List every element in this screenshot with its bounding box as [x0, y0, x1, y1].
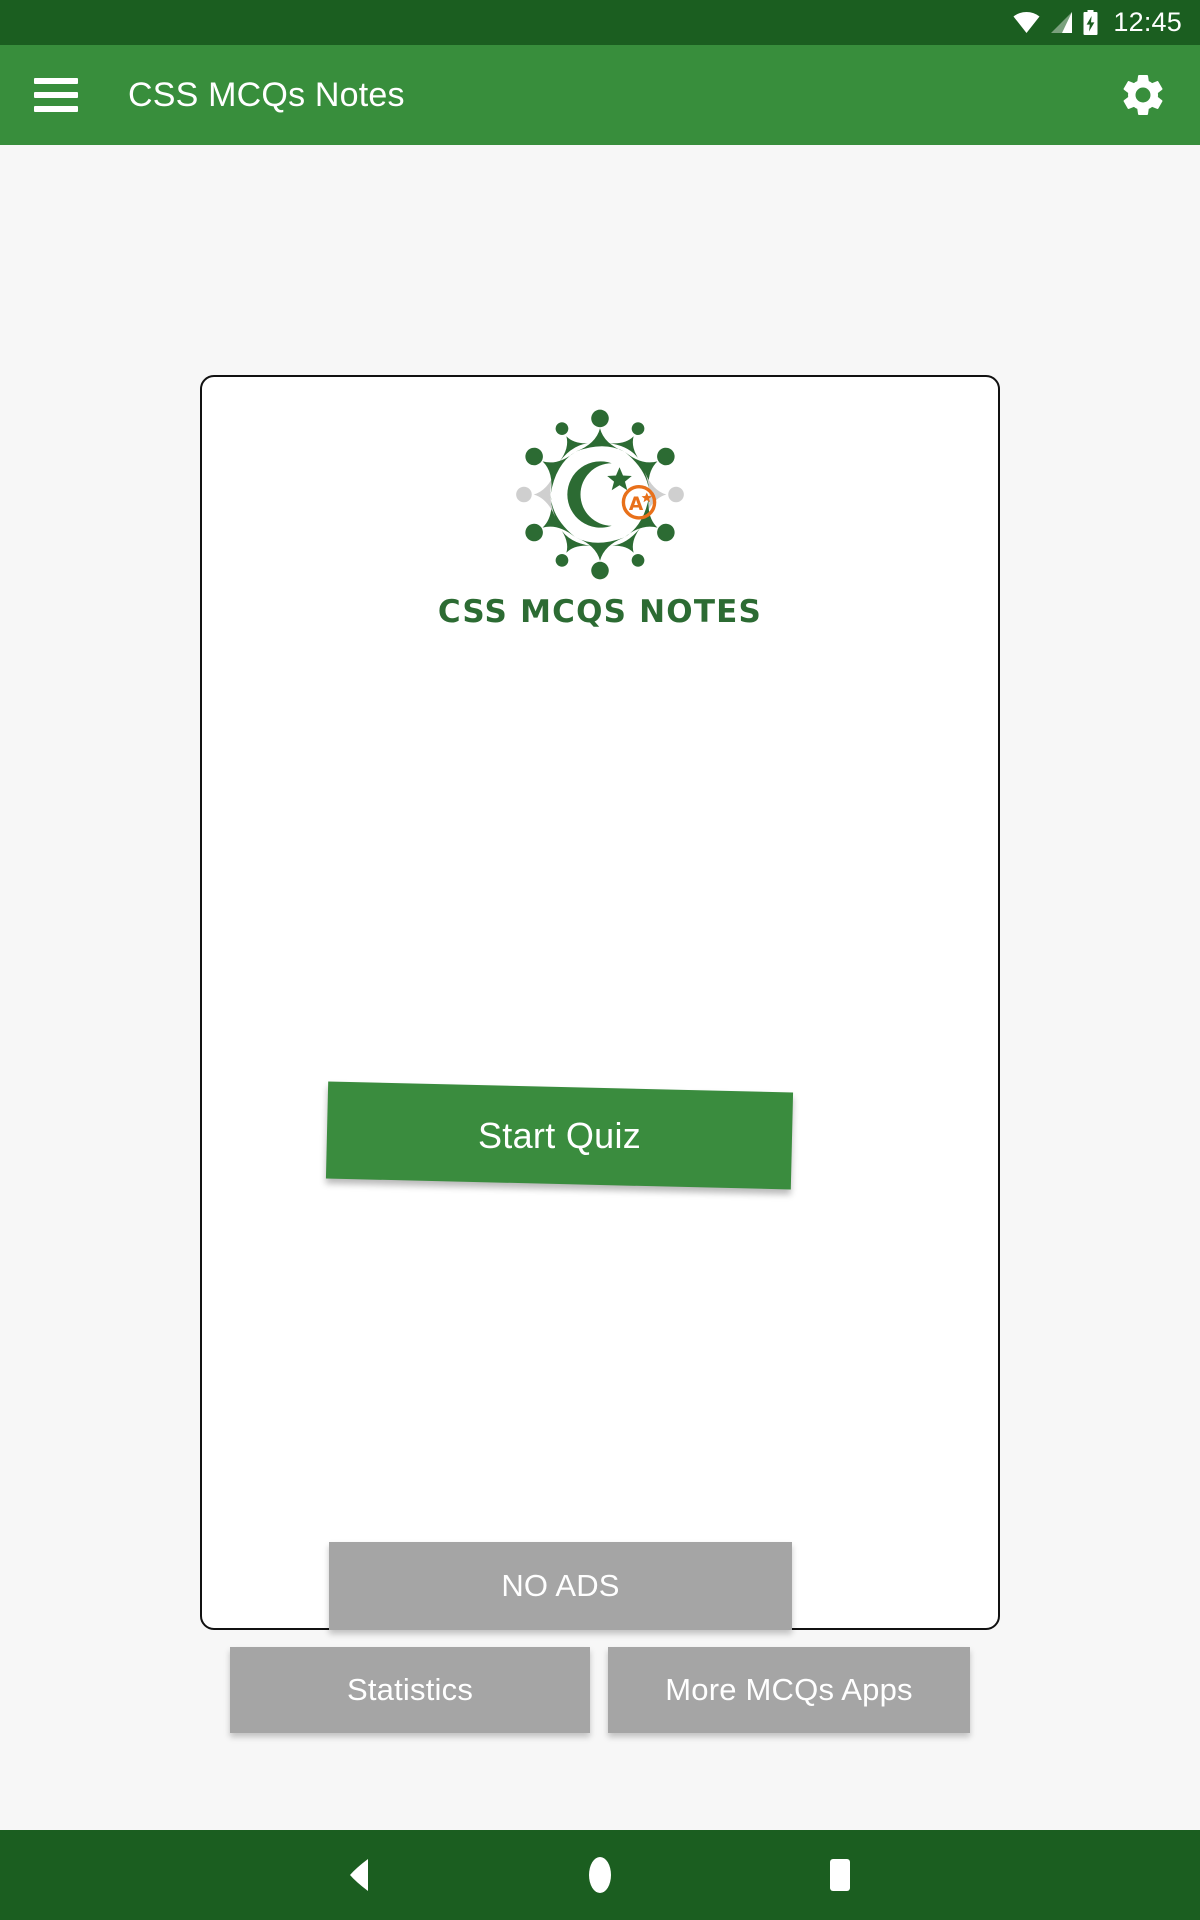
home-button[interactable]: [480, 1830, 720, 1920]
page-title: CSS MCQs Notes: [128, 75, 405, 114]
hamburger-line: [34, 78, 78, 84]
status-bar: 12:45: [0, 0, 1200, 45]
css-mcqs-notes-logo-icon: A: [516, 409, 684, 580]
main-card: A CSS MCQS NOTES Start Quiz NO ADS Stati…: [200, 375, 1000, 1733]
system-navigation-bar: [0, 1830, 1200, 1920]
app-logo: A CSS MCQS NOTES: [202, 397, 998, 630]
hamburger-line: [34, 106, 78, 112]
phone-screen: 12:45 CSS MCQs Notes A CSS MCQS NOTES St…: [0, 0, 1200, 1920]
logo-people-ring: [516, 409, 684, 580]
no-ads-label: NO ADS: [501, 1568, 620, 1603]
app-bar: CSS MCQs Notes: [0, 45, 1200, 145]
battery-charging-icon: [1082, 9, 1099, 36]
back-button[interactable]: [240, 1830, 480, 1920]
more-mcqs-apps-label: More MCQs Apps: [665, 1672, 913, 1707]
cell-signal-icon: [1049, 11, 1073, 34]
bottom-button-row: Statistics More MCQs Apps: [202, 1647, 998, 1733]
svg-text:A: A: [629, 494, 644, 515]
wifi-icon: [1013, 11, 1040, 34]
crescent-star-icon: [567, 461, 632, 528]
more-mcqs-apps-button[interactable]: More MCQs Apps: [608, 1647, 970, 1733]
status-bar-icons: 12:45: [1013, 9, 1182, 36]
square-recents-icon: [830, 1859, 850, 1891]
logo-caption: CSS MCQS NOTES: [437, 594, 763, 630]
statistics-button[interactable]: Statistics: [230, 1647, 590, 1733]
start-quiz-label: Start Quiz: [477, 1114, 642, 1156]
hamburger-menu-icon[interactable]: [34, 78, 78, 112]
hamburger-line: [34, 92, 78, 98]
circle-home-icon: [589, 1857, 611, 1893]
start-quiz-button[interactable]: Start Quiz: [325, 1081, 794, 1190]
status-bar-clock: 12:45: [1113, 7, 1182, 37]
gear-icon[interactable]: [1112, 64, 1174, 126]
main-content: A CSS MCQS NOTES Start Quiz NO ADS Stati…: [0, 145, 1200, 1830]
statistics-label: Statistics: [346, 1672, 474, 1707]
triangle-back-icon: [350, 1859, 368, 1891]
recents-button[interactable]: [720, 1830, 960, 1920]
no-ads-button[interactable]: NO ADS: [329, 1542, 792, 1630]
